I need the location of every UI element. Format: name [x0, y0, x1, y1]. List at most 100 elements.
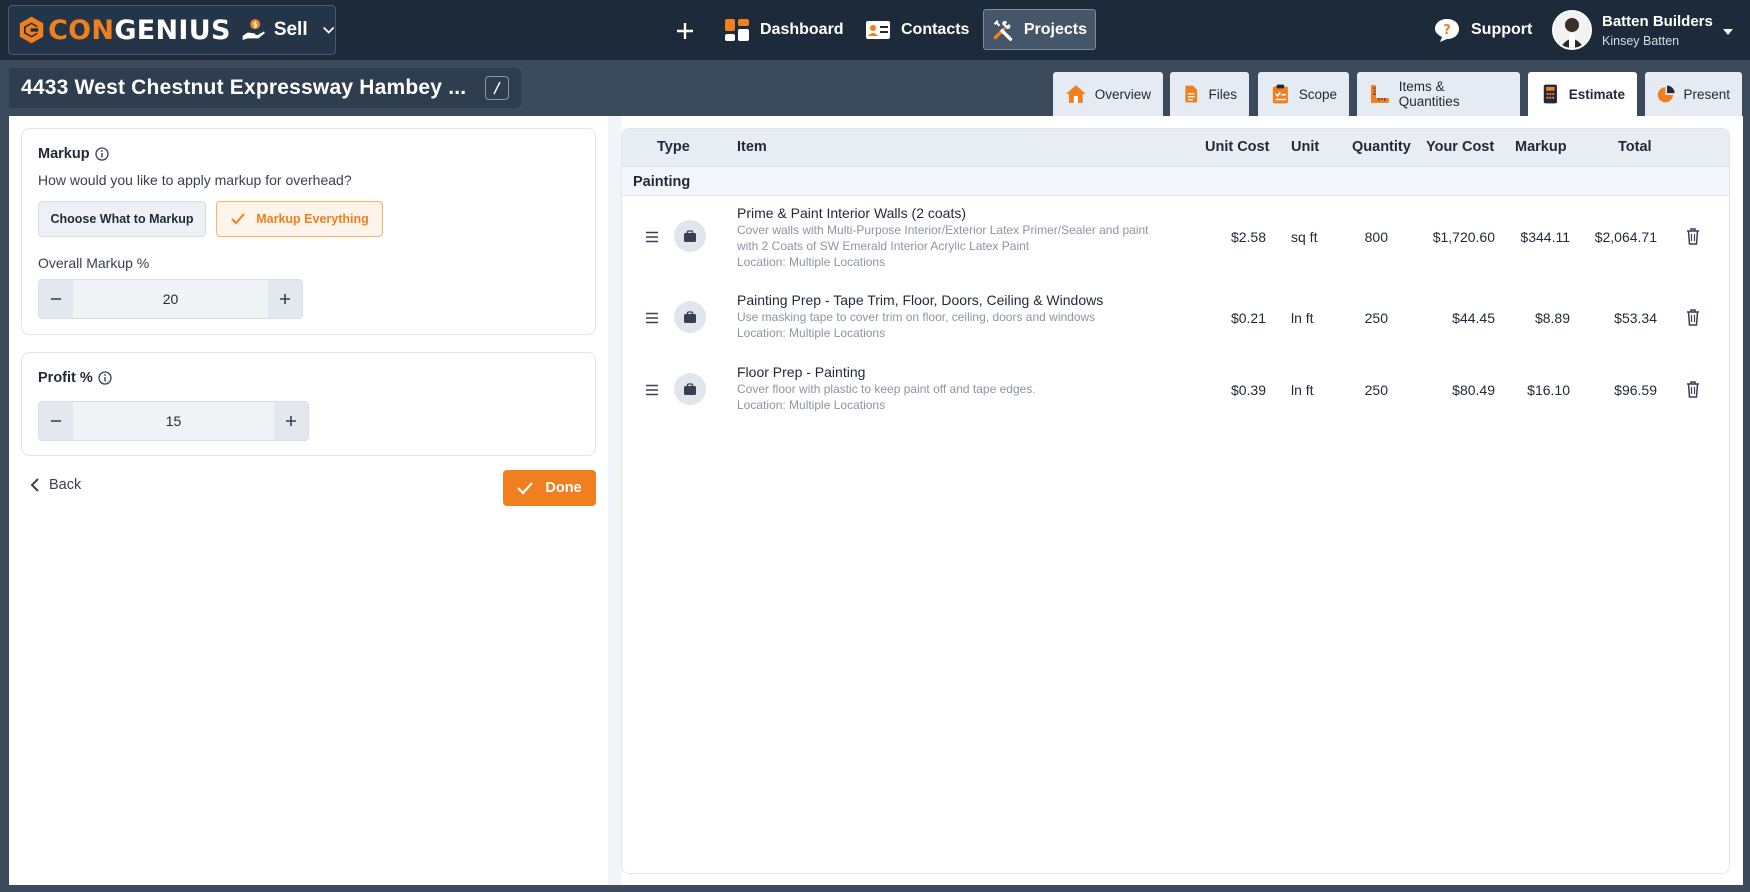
decrement-button[interactable]	[39, 280, 73, 318]
chevron-down-icon	[322, 26, 334, 34]
edit-title-button[interactable]	[485, 76, 509, 100]
column-header-markup: Markup	[1515, 139, 1567, 155]
column-header-unit: Unit	[1291, 139, 1320, 155]
drag-handle-icon[interactable]	[645, 231, 659, 243]
item-location: Location: Multiple Locations	[737, 398, 886, 412]
your-cost: $44.45	[1452, 310, 1495, 326]
item-name: Floor Prep - Painting	[737, 364, 866, 380]
quantity: 250	[1364, 382, 1388, 398]
table-row[interactable]: Prime & Paint Interior Walls (2 coats) C…	[622, 196, 1729, 284]
item-location: Location: Multiple Locations	[737, 326, 886, 340]
check-icon	[231, 213, 245, 225]
minus-icon	[51, 420, 61, 422]
unit: ln ft	[1291, 310, 1314, 326]
check-icon	[517, 482, 534, 495]
top-navigation-bar: CONGENIUS $ Sell Dashboard Contacts Proj…	[0, 0, 1750, 60]
markup-question: How would you like to apply markup for o…	[38, 172, 352, 188]
tab-label: Present	[1683, 86, 1730, 102]
column-header-unit-cost: Unit Cost	[1205, 139, 1270, 155]
trash-icon[interactable]	[1686, 380, 1700, 398]
tab-overview[interactable]: Overview	[1053, 72, 1163, 116]
column-header-item: Item	[737, 139, 767, 155]
svg-text:$: $	[252, 20, 257, 29]
quantity: 800	[1364, 229, 1388, 245]
item-location: Location: Multiple Locations	[737, 255, 886, 269]
nav-contacts[interactable]: Contacts	[857, 9, 977, 50]
avatar	[1552, 10, 1592, 50]
markup-everything-button[interactable]: Markup Everything	[216, 201, 383, 237]
user-photo-icon	[1554, 12, 1590, 48]
back-button[interactable]: Back	[29, 477, 81, 493]
tab-estimate[interactable]: Estimate	[1528, 72, 1637, 116]
decrement-button[interactable]	[39, 402, 73, 440]
estimate-table: Type Item Unit Cost Unit Quantity Your C…	[621, 128, 1730, 874]
overall-markup-label: Overall Markup %	[38, 255, 150, 271]
nav-projects[interactable]: Projects	[983, 9, 1096, 50]
type-badge	[674, 373, 706, 405]
increment-button[interactable]	[274, 402, 308, 440]
sell-hand-icon: $	[242, 19, 265, 41]
info-icon[interactable]	[98, 371, 112, 385]
app-switcher[interactable]: CONGENIUS $ Sell	[8, 5, 336, 55]
type-badge	[674, 220, 706, 252]
markup-heading: Markup	[38, 146, 109, 162]
item-description: Cover floor with plastic to keep paint o…	[737, 382, 1036, 396]
trash-icon[interactable]	[1686, 227, 1700, 245]
group-header-painting: Painting	[622, 166, 1729, 196]
your-cost: $80.49	[1452, 382, 1495, 398]
tab-label: Items & Quantities	[1398, 79, 1460, 109]
tab-items-quantities[interactable]: Items & Quantities	[1357, 72, 1520, 116]
overall-markup-input[interactable]: 20	[73, 280, 268, 318]
user-name: Kinsey Batten	[1602, 33, 1680, 48]
item-name: Painting Prep - Tape Trim, Floor, Doors,…	[737, 292, 1104, 308]
choose-what-to-markup-button[interactable]: Choose What to Markup	[38, 201, 206, 237]
support-link[interactable]: ? Support	[1433, 16, 1532, 44]
page-title: 4433 West Chestnut Expressway Hambey ...	[21, 76, 467, 99]
tab-present[interactable]: Present	[1645, 72, 1742, 116]
profit-input[interactable]: 15	[73, 402, 274, 440]
company-name: Batten Builders	[1602, 12, 1713, 30]
profit-card: Profit % 15	[21, 352, 596, 456]
back-label: Back	[49, 477, 82, 493]
tab-scope[interactable]: Scope	[1258, 72, 1349, 116]
pie-chart-icon	[1657, 85, 1675, 103]
clipboard-icon	[1272, 84, 1288, 104]
tab-files[interactable]: Files	[1170, 72, 1249, 116]
mode-label: Sell	[273, 19, 308, 40]
panel-divider	[608, 116, 621, 885]
drag-handle-icon[interactable]	[645, 384, 659, 396]
material-briefcase-icon	[684, 310, 696, 323]
increment-button[interactable]	[268, 280, 302, 318]
add-new-button[interactable]	[670, 16, 700, 46]
total: $96.59	[1614, 382, 1657, 398]
tab-label: Scope	[1298, 86, 1337, 102]
done-button[interactable]: Done	[503, 470, 596, 506]
project-title-bar: 4433 West Chestnut Expressway Hambey ...	[9, 68, 521, 108]
account-menu[interactable]: Batten Builders Kinsey Batten	[1552, 10, 1733, 50]
info-icon[interactable]	[94, 147, 109, 161]
material-briefcase-icon	[684, 382, 696, 395]
quantity: 250	[1364, 310, 1388, 326]
chevron-left-icon	[30, 478, 39, 492]
plus-icon	[677, 23, 693, 39]
item-name: Prime & Paint Interior Walls (2 coats)	[737, 205, 966, 221]
column-header-your-cost: Your Cost	[1426, 139, 1495, 155]
markup-card: Markup How would you like to apply marku…	[21, 128, 596, 335]
brand-name: CONGENIUS	[48, 14, 231, 46]
markup-settings-panel: Markup How would you like to apply marku…	[9, 116, 608, 885]
drag-handle-icon[interactable]	[645, 312, 659, 324]
edit-slash-icon	[493, 81, 501, 95]
table-row[interactable]: Painting Prep - Tape Trim, Floor, Doors,…	[622, 284, 1729, 356]
table-row[interactable]: Floor Prep - Painting Cover floor with p…	[622, 356, 1729, 428]
estimate-workspace: Markup How would you like to apply marku…	[9, 116, 1743, 885]
trash-icon[interactable]	[1686, 308, 1700, 326]
support-chat-icon: ?	[1435, 19, 1459, 42]
plus-icon	[280, 294, 290, 304]
unit-cost: $0.21	[1230, 310, 1266, 326]
nav-dashboard[interactable]: Dashboard	[716, 9, 852, 50]
profit-title: Profit %	[38, 370, 93, 386]
item-description: Use masking tape to cover trim on floor,…	[737, 310, 1096, 324]
unit: sq ft	[1291, 229, 1318, 245]
column-header-total: Total	[1618, 139, 1652, 155]
your-cost: $1,720.60	[1432, 229, 1495, 245]
